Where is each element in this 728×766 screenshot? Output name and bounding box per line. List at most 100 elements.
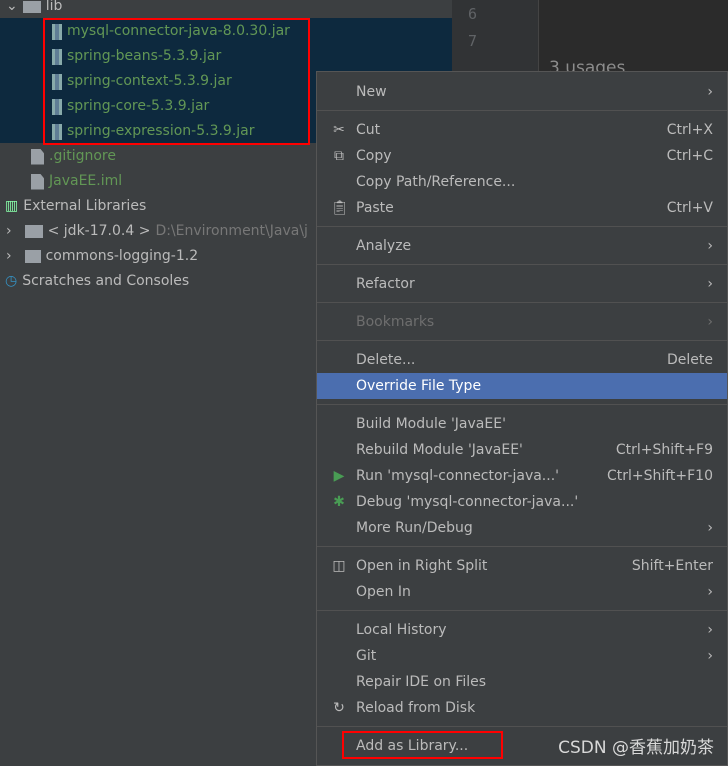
shortcut: Shift+Enter [631, 558, 713, 574]
chevron-right-icon: › [707, 520, 713, 536]
chevron-right-icon: › [707, 276, 713, 292]
gitignore-file-icon [31, 148, 44, 165]
menu-new[interactable]: New › [317, 79, 727, 105]
menu-label: Git [356, 648, 377, 664]
library-folder-icon [24, 250, 41, 263]
menu-delete[interactable]: Delete... Delete [317, 347, 727, 373]
tree-label: commons-logging-1.2 [45, 248, 199, 264]
chevron-right-icon: › [707, 84, 713, 100]
menu-bookmarks[interactable]: Bookmarks › [317, 309, 727, 335]
copy-icon: ⧉ [334, 148, 344, 164]
tree-label: < jdk-17.0.4 > [47, 223, 151, 239]
menu-copy-path[interactable]: Copy Path/Reference... [317, 169, 727, 195]
menu-reload-from-disk[interactable]: ↻ Reload from Disk [317, 695, 727, 721]
menu-label: Copy Path/Reference... [356, 174, 516, 190]
divider [317, 726, 727, 727]
menu-label: Open in Right Split [356, 558, 488, 574]
split-icon: ◫ [332, 558, 346, 574]
menu-rebuild-module[interactable]: Rebuild Module 'JavaEE' Ctrl+Shift+F9 [317, 437, 727, 463]
divider [317, 264, 727, 265]
menu-label: Local History [356, 622, 447, 638]
watermark: CSDN @香蕉加奶茶 [558, 738, 714, 758]
context-menu: New › ✂ Cut Ctrl+X ⧉ Copy Ctrl+C Copy Path/Re… [316, 71, 728, 766]
menu-label: Open In [356, 584, 411, 600]
jdk-path: D:\Environment\Java\j [155, 223, 308, 239]
tree-label: External Libraries [23, 198, 147, 214]
shortcut: Ctrl+Shift+F9 [615, 442, 713, 458]
jdk-folder-icon [24, 225, 43, 238]
menu-paste[interactable]: 📋︎ Paste Ctrl+V [317, 195, 727, 221]
shortcut: Delete [667, 352, 713, 368]
tree-jdk[interactable]: › < jdk-17.0.4 > D:\Environment\Java\j [6, 219, 308, 244]
shortcut: Ctrl+X [666, 122, 713, 138]
menu-label: Analyze [356, 238, 412, 254]
divider [317, 302, 727, 303]
menu-run[interactable]: ▶ Run 'mysql-connector-java...' Ctrl+Shift… [317, 463, 727, 489]
chevron-right-icon: › [707, 314, 713, 330]
menu-label: More Run/Debug [356, 520, 473, 536]
tree-file-gitignore[interactable]: .gitignore [31, 144, 116, 169]
divider [317, 340, 727, 341]
menu-label: Repair IDE on Files [356, 674, 487, 690]
divider [317, 404, 727, 405]
chevron-right-icon: › [6, 223, 12, 239]
menu-local-history[interactable]: Local History › [317, 617, 727, 643]
highlight-box [342, 731, 503, 759]
menu-label: Refactor [356, 276, 415, 292]
menu-repair-ide[interactable]: Repair IDE on Files [317, 669, 727, 695]
chevron-right-icon: › [707, 648, 713, 664]
line-number: 6 [468, 5, 478, 23]
tree-folder-lib[interactable]: ⌄ lib [6, 0, 62, 19]
menu-git[interactable]: Git › [317, 643, 727, 669]
tree-file-iml[interactable]: JavaEE.iml [31, 169, 122, 194]
menu-override-file-type[interactable]: Override File Type [317, 373, 727, 399]
chevron-right-icon: › [707, 584, 713, 600]
menu-label: Build Module 'JavaEE' [356, 416, 506, 432]
file-label: .gitignore [49, 148, 116, 164]
chevron-right-icon: › [6, 248, 12, 264]
tree-scratches[interactable]: ◷ Scratches and Consoles [5, 269, 189, 294]
menu-label: Copy [356, 148, 392, 164]
scratches-clock-icon: ◷ [5, 273, 18, 289]
highlight-box [43, 18, 310, 145]
run-icon: ▶ [333, 468, 345, 484]
menu-copy[interactable]: ⧉ Copy Ctrl+C [317, 143, 727, 169]
chevron-down-icon: ⌄ [6, 0, 18, 14]
menu-open-right-split[interactable]: ◫ Open in Right Split Shift+Enter [317, 553, 727, 579]
menu-label: Delete... [356, 352, 416, 368]
shortcut: Ctrl+C [666, 148, 713, 164]
tree-external-libraries[interactable]: ▥ External Libraries [5, 194, 146, 219]
menu-open-in[interactable]: Open In › [317, 579, 727, 605]
tree-label: Scratches and Consoles [22, 273, 190, 289]
menu-label: Rebuild Module 'JavaEE' [356, 442, 523, 458]
library-icon: ▥ [5, 198, 19, 214]
shortcut: Ctrl+Shift+F10 [606, 468, 713, 484]
menu-label: New [356, 84, 387, 100]
menu-analyze[interactable]: Analyze › [317, 233, 727, 259]
menu-label: Reload from Disk [356, 700, 476, 716]
menu-more-run-debug[interactable]: More Run/Debug › [317, 515, 727, 541]
iml-file-icon [31, 173, 44, 190]
divider [317, 226, 727, 227]
menu-label: Bookmarks [356, 314, 435, 330]
menu-label: Cut [356, 122, 381, 138]
menu-refactor[interactable]: Refactor › [317, 271, 727, 297]
chevron-right-icon: › [707, 238, 713, 254]
folder-icon [22, 0, 41, 13]
chevron-right-icon: › [707, 622, 713, 638]
menu-cut[interactable]: ✂ Cut Ctrl+X [317, 117, 727, 143]
divider [317, 546, 727, 547]
scissors-icon: ✂ [333, 122, 345, 138]
menu-debug[interactable]: ✱ Debug 'mysql-connector-java...' [317, 489, 727, 515]
menu-label: Paste [356, 200, 394, 216]
menu-label: Debug 'mysql-connector-java...' [356, 494, 579, 510]
menu-label: Run 'mysql-connector-java...' [356, 468, 560, 484]
tree-commons-logging[interactable]: › commons-logging-1.2 [6, 244, 198, 269]
divider [317, 610, 727, 611]
menu-label: Override File Type [356, 378, 482, 394]
clipboard-icon: 📋︎ [331, 200, 349, 216]
file-label: JavaEE.iml [49, 173, 123, 189]
debug-bug-icon: ✱ [333, 494, 345, 510]
menu-build-module[interactable]: Build Module 'JavaEE' [317, 411, 727, 437]
shortcut: Ctrl+V [666, 200, 713, 216]
